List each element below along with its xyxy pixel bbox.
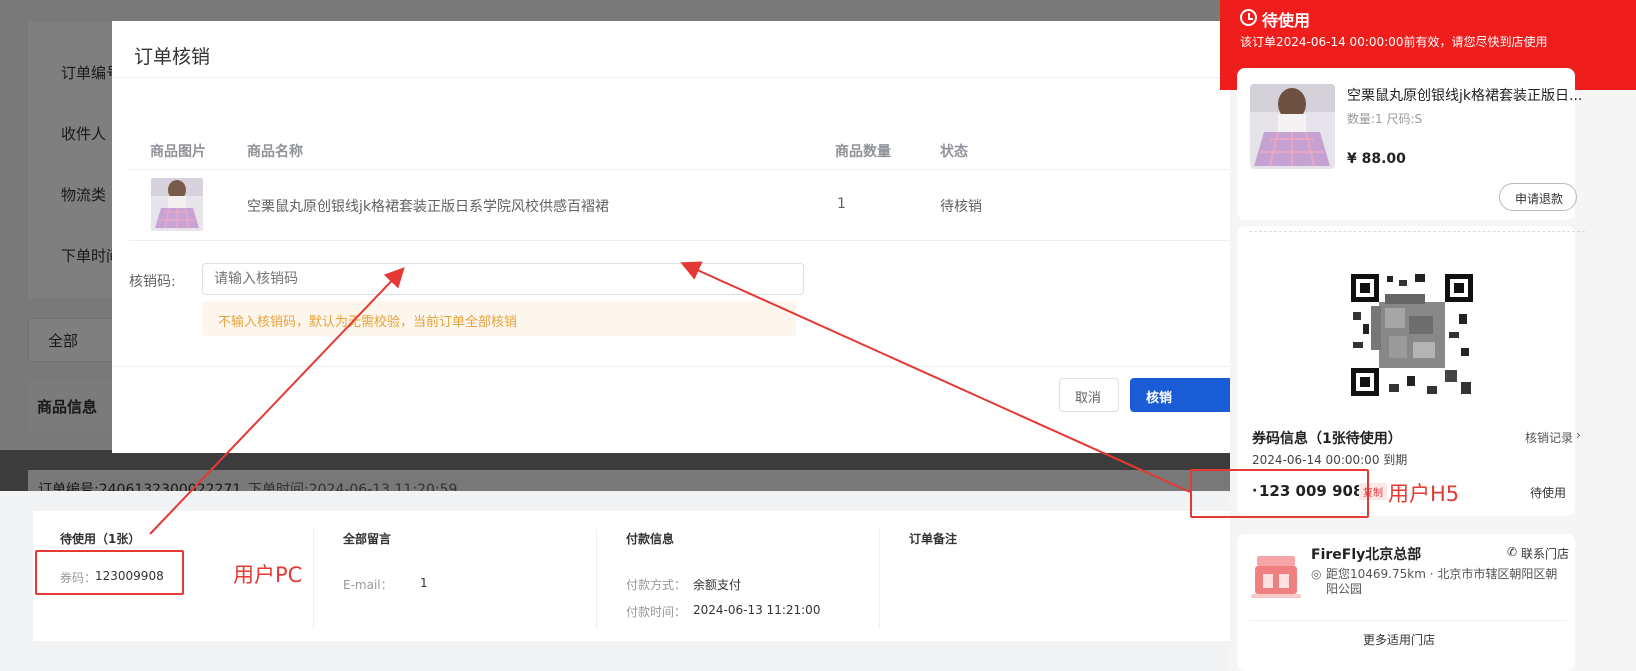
modal-title: 订单核销 [134, 46, 211, 68]
table-row: 空栗鼠丸原创银线jk格裙套装正版日系学院风校供感百褶裙 1 待核销 [129, 170, 1230, 240]
section-divider [313, 529, 314, 629]
refund-button[interactable]: 申请退款 [1499, 183, 1577, 211]
store-card: FireFly北京总部 ✆ 联系门店 ◎ 距您10469.75km · 北京市市… [1237, 534, 1575, 671]
phone-icon: ✆ [1507, 545, 1518, 559]
table-divider [129, 240, 1230, 241]
pay-time-value: 2024-06-13 11:21:00 [693, 603, 821, 617]
pay-method-value: 余额支付 [693, 578, 742, 592]
store-divider [1249, 620, 1567, 621]
store-icon [1249, 552, 1303, 600]
pc-highlight-box [35, 550, 184, 595]
email-value: 1 [420, 576, 428, 590]
dashed-divider [1249, 231, 1585, 232]
payment-title: 付款信息 [626, 532, 675, 546]
col-header-image: 商品图片 [150, 144, 206, 160]
product-thumbnail [151, 178, 203, 231]
cancel-button[interactable]: 取消 [1059, 378, 1119, 412]
chevron-right-icon: › [1576, 428, 1581, 442]
section-divider [596, 529, 597, 629]
verify-order-modal: 订单核销 商品图片 商品名称 商品数量 状态 空栗鼠丸原创银线jk格裙套装正版日… [112, 21, 1230, 453]
h5-annotation: 用户H5 [1388, 482, 1460, 506]
h5-highlight-box [1190, 469, 1369, 518]
product-price: ¥ 88.00 [1347, 151, 1406, 167]
coupon-title: 待使用（1张） [60, 532, 141, 546]
product-card: 空栗鼠丸原创银线jk格裙套装正版日... 数量:1 尺码:S ¥ 88.00 申… [1237, 68, 1582, 220]
modal-header-divider [112, 77, 1230, 78]
email-label: E-mail： [343, 578, 393, 592]
voucher-status: 待使用 [1530, 486, 1567, 500]
product-image [1250, 84, 1335, 169]
voucher-info-title: 券码信息（1张待使用） [1252, 431, 1402, 447]
product-meta: 数量:1 尺码:S [1347, 112, 1423, 126]
product-name: 空栗鼠丸原创银线jk格裙套装正版日系学院风校供感百褶裙 [247, 199, 609, 215]
modal-footer-divider [112, 366, 1230, 367]
pay-method-label: 付款方式： [626, 578, 687, 592]
hint-text: 不输入核销码，默认为无需校验，当前订单全部核销 [218, 315, 518, 330]
contact-store-link[interactable]: 联系门店 [1521, 545, 1569, 562]
col-header-qty: 商品数量 [835, 144, 891, 160]
col-header-name: 商品名称 [247, 144, 303, 160]
product-qty: 1 [837, 196, 846, 212]
code-label: 核销码: [129, 274, 176, 290]
status-desc: 该订单2024-06-14 00:00:00前有效，请您尽快到店使用 [1240, 35, 1548, 49]
order-detail-panel: 待使用（1张） 券码： 123009908 全部留言 E-mail： 1 付款信… [33, 511, 1230, 641]
table-header-row: 商品图片 商品名称 商品数量 状态 [129, 129, 1230, 169]
location-icon: ◎ [1311, 567, 1322, 581]
section-divider [879, 529, 880, 629]
store-address: 距您10469.75km · 北京市市辖区朝阳区朝阳公园 [1326, 567, 1558, 596]
pay-time-label: 付款时间： [626, 605, 687, 619]
more-stores-link[interactable]: 更多适用门店 [1363, 631, 1435, 648]
pc-annotation: 用户PC [233, 563, 303, 587]
hint-alert: 不输入核销码，默认为无需校验，当前订单全部核销 [202, 301, 796, 336]
verify-code-input[interactable] [202, 263, 804, 295]
message-title: 全部留言 [343, 532, 392, 546]
col-header-status: 状态 [940, 144, 968, 160]
remark-title: 订单备注 [909, 532, 958, 546]
clock-icon [1240, 9, 1257, 26]
qr-code [1349, 272, 1475, 398]
store-name: FireFly北京总部 [1311, 547, 1422, 563]
product-name: 空栗鼠丸原创银线jk格裙套装正版日... [1347, 88, 1583, 104]
mobile-h5-view: 待使用 该订单2024-06-14 00:00:00前有效，请您尽快到店使用 空… [1220, 0, 1636, 671]
confirm-verify-button[interactable]: 核销 [1130, 378, 1230, 412]
product-status: 待核销 [940, 199, 982, 215]
verify-record-link[interactable]: 核销记录 [1525, 429, 1573, 446]
voucher-expiry: 2024-06-14 00:00:00 到期 [1252, 453, 1408, 467]
status-title: 待使用 [1262, 11, 1311, 30]
